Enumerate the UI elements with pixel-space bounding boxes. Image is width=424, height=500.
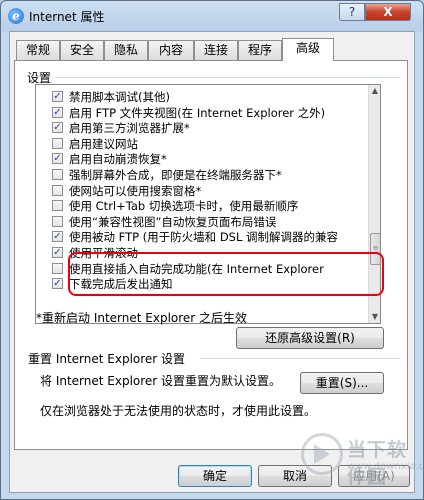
tab-privacy[interactable]: 隐私 [104,40,148,60]
restore-advanced-settings-button[interactable]: 还原高级设置(R) [236,327,384,349]
checkbox-unchecked-icon[interactable] [52,184,63,196]
scroll-down-arrow-icon[interactable]: ▼ [369,311,380,323]
checkbox-unchecked-icon[interactable] [52,169,63,180]
setting-item-label: 使用直接插入自动完成功能(在 Internet Explorer [69,261,324,276]
window-title: Internet 属性 [29,10,105,24]
checkbox-checked-icon[interactable]: ✓ [52,153,63,165]
title-bar[interactable]: e Internet 属性 ? X [1,1,423,31]
dialog-body: 常规 安全 隐私 内容 连接 程序 高级 设置 ✓ 禁用脚本调试(其他) ✓ 启用 F… [9,31,415,493]
checkbox-unchecked-icon[interactable] [52,262,63,274]
setting-item-label: 使用被动 FTP (用于防火墙和 DSL 调制解调器的兼容 [69,230,339,245]
settings-list[interactable]: ✓ 禁用脚本调试(其他) ✓ 启用 FTP 文件夹视图(在 Internet Expl… [35,84,381,324]
reset-section-title: 重置 Internet Explorer 设置 [28,352,186,366]
checkbox-unchecked-icon[interactable] [52,200,63,212]
setting-item-label: 使用 Ctrl+Tab 切换选项卡时，使用最新顺序 [69,199,299,214]
setting-item-label: 使用“兼容性视图”自动恢复页面布局错误 [69,214,277,229]
tab-general[interactable]: 常规 [16,40,60,60]
restart-note: *重新启动 Internet Explorer 之后生效 [36,311,248,325]
setting-item-label: 使网站可以使用搜索窗格* [69,183,202,198]
ok-button[interactable]: 确定 [178,465,252,487]
scroll-thumb[interactable]: ≡ [370,233,380,265]
settings-scrollbar[interactable]: ▲ ≡ ▼ [368,85,380,323]
checkbox-checked-icon[interactable]: ✓ [52,91,63,102]
reset-note: 仅在浏览器处于无法使用的状态时，才使用此设置。 [40,404,317,418]
setting-item-label: 使用平滑滚动 [69,246,138,260]
tab-advanced[interactable]: 高级 [282,38,334,61]
checkbox-unchecked-icon[interactable] [52,215,63,227]
tab-content[interactable]: 内容 [148,40,194,60]
setting-item-label: 启用 FTP 文件夹视图(在 Internet Explorer 之外) [69,105,326,120]
setting-item-label: 启用建议网站 [69,136,138,151]
close-button[interactable]: X [365,3,411,21]
checkbox-unchecked-icon[interactable] [52,137,63,149]
scroll-up-arrow-icon[interactable]: ▲ [369,85,380,97]
tab-programs[interactable]: 程序 [238,40,282,60]
help-button[interactable]: ? [339,3,365,21]
setting-item-label: 下载完成后发出通知 [69,277,173,292]
tab-connections[interactable]: 连接 [194,40,238,60]
reset-button[interactable]: 重置(S)... [300,372,384,394]
setting-item-label: 启用自动崩溃恢复* [69,152,167,167]
setting-item-label: 强制屏幕外合成，即便是在终端服务器下* [69,168,282,182]
setting-item-label: 禁用脚本调试(其他) [69,90,170,104]
checkbox-checked-icon[interactable]: ✓ [52,122,63,134]
internet-options-window: e Internet 属性 ? X 常规 安全 隐私 内容 连接 程序 高级 设… [0,0,424,500]
setting-item-label: 启用第三方浏览器扩展* [69,121,190,136]
checkbox-checked-icon[interactable]: ✓ [52,106,63,118]
reset-section-divider [200,358,400,359]
apply-button[interactable]: 应用(A) [338,465,410,487]
checkbox-checked-icon[interactable]: ✓ [52,231,63,243]
cancel-button[interactable]: 取消 [258,465,332,487]
checkbox-checked-icon[interactable]: ✓ [52,247,63,258]
internet-explorer-icon: e [8,8,24,24]
settings-group-divider [55,77,401,78]
checkbox-checked-icon[interactable]: ✓ [52,278,63,290]
reset-description: 将 Internet Explorer 设置重置为默认设置。 [40,374,282,388]
tab-security[interactable]: 安全 [60,40,104,60]
